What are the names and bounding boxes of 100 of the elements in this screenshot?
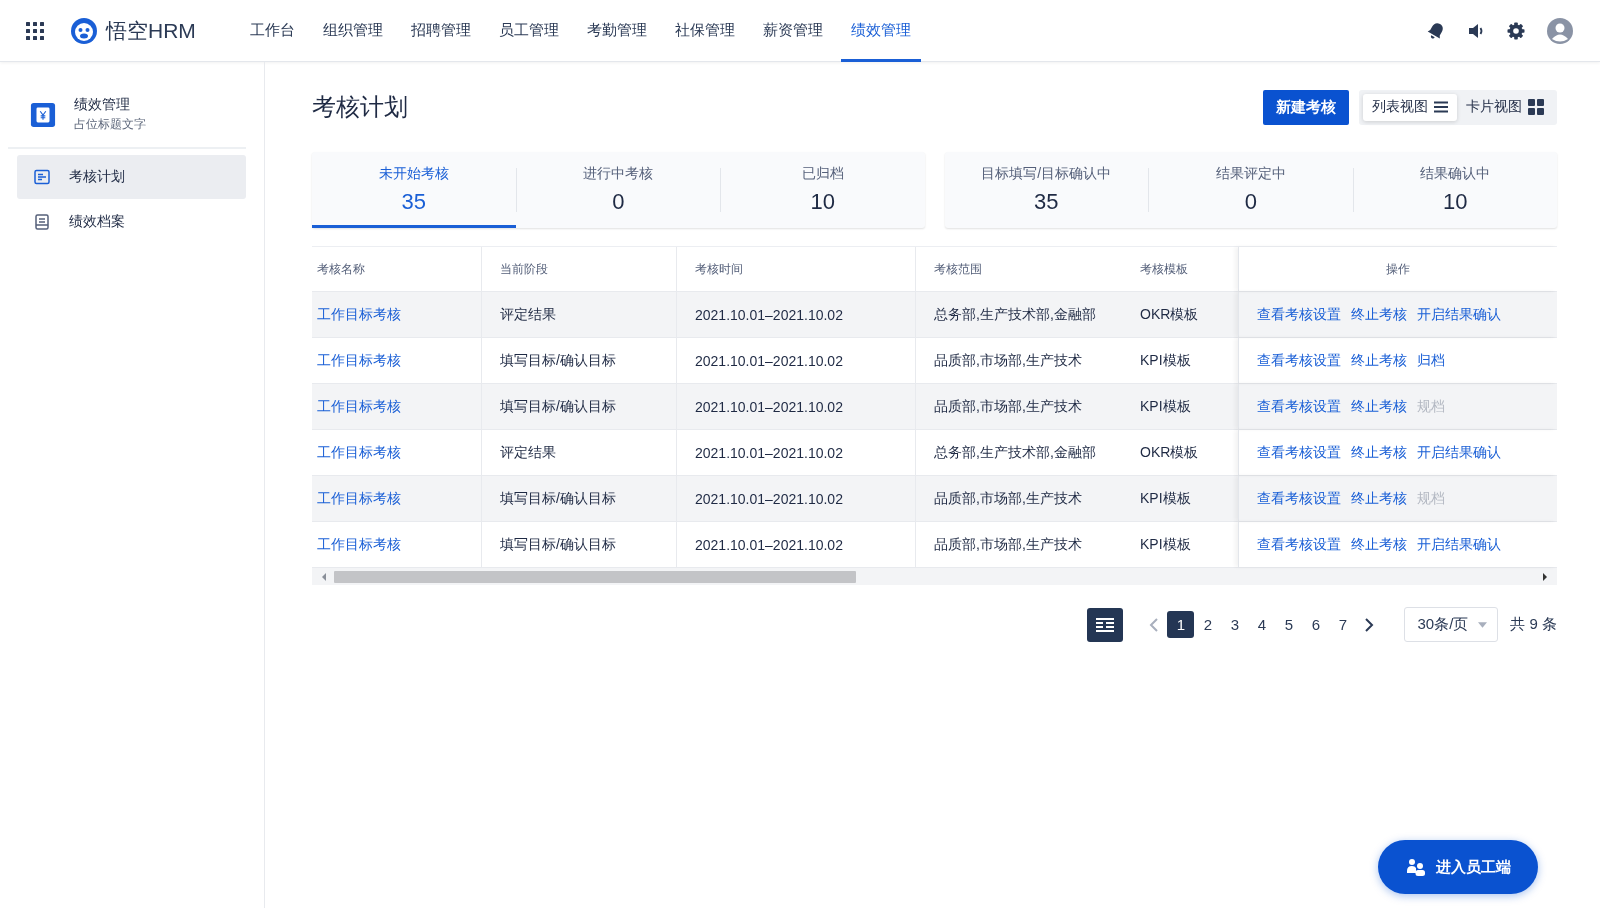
scroll-left-icon[interactable]: [320, 572, 328, 581]
table-cell-text: KPI模板: [1139, 488, 1192, 508]
action-link[interactable]: 终止考核: [1351, 489, 1407, 508]
review-name-link[interactable]: 工作目标考核: [317, 305, 401, 324]
tray-icon: [33, 213, 51, 231]
sidebar-item[interactable]: 考核计划: [17, 155, 246, 199]
layout-icon: [1095, 616, 1116, 633]
page-size-select[interactable]: 30条/页: [1404, 607, 1499, 642]
grid-icon: [1528, 99, 1544, 115]
action-link[interactable]: 开启结果确认: [1417, 535, 1501, 554]
page-number[interactable]: 1: [1167, 611, 1195, 638]
action-link[interactable]: 查看考核设置: [1257, 443, 1341, 462]
stat-label: 结果评定中: [1215, 165, 1286, 183]
status-tab[interactable]: 进行中考核 0: [516, 152, 720, 228]
horizontal-scrollbar[interactable]: [312, 568, 1557, 585]
wallet-icon: [30, 101, 56, 128]
column-header: 考核时间: [677, 247, 916, 291]
view-toggle[interactable]: 列表视图: [1363, 93, 1457, 121]
column-header: 当前阶段: [482, 247, 677, 291]
column-header: 操作: [1238, 247, 1557, 291]
action-link[interactable]: 查看考核设置: [1257, 351, 1341, 370]
table-cell: 评定结果: [482, 430, 677, 475]
page-number[interactable]: 4: [1248, 611, 1276, 638]
action-link[interactable]: 终止考核: [1351, 305, 1407, 324]
action-link[interactable]: 查看考核设置: [1257, 489, 1341, 508]
nav-tab[interactable]: 招聘管理: [400, 0, 481, 62]
action-link[interactable]: 终止考核: [1351, 351, 1407, 370]
action-link[interactable]: 终止考核: [1351, 535, 1407, 554]
employee-portal-button[interactable]: 进入员工端: [1378, 840, 1538, 894]
table-cell-text: KPI模板: [1139, 350, 1192, 370]
stat-count: 0: [1244, 189, 1257, 215]
caret-icon: [1478, 621, 1488, 628]
stat-count: 10: [1443, 189, 1468, 215]
stat-label: 结果确认中: [1420, 165, 1491, 183]
nav-tab[interactable]: 绩效管理: [840, 0, 921, 62]
table-cell: 填写目标/确认目标: [482, 522, 677, 567]
column-header: 考核范围: [933, 260, 983, 278]
apps-grid-icon[interactable]: [26, 21, 44, 40]
view-toggle[interactable]: 卡片视图: [1457, 93, 1553, 121]
action-link[interactable]: 开启结果确认: [1417, 443, 1501, 462]
chevron-right-icon[interactable]: [1364, 616, 1375, 633]
table-cell: 2021.10.01–2021.10.02: [677, 522, 916, 567]
table-cell: 评定结果: [482, 292, 677, 337]
review-name-link[interactable]: 工作目标考核: [317, 535, 401, 554]
table-cell: 2021.10.01–2021.10.02: [677, 430, 916, 475]
page-number[interactable]: 2: [1194, 611, 1222, 638]
table-cell-text: 品质部,市场部,生产技术: [933, 488, 1083, 508]
people-icon: [1405, 858, 1426, 876]
table-cell-text: KPI模板: [1139, 534, 1192, 554]
nav-tab[interactable]: 社保管理: [664, 0, 745, 62]
brand-name: 悟空HRM: [106, 17, 196, 44]
column-header: 考核名称: [312, 247, 482, 291]
action-link[interactable]: 查看考核设置: [1257, 535, 1341, 554]
review-name-link[interactable]: 工作目标考核: [317, 351, 401, 370]
table-cell-text: 品质部,市场部,生产技术: [933, 396, 1083, 416]
table-cell: 2021.10.01–2021.10.02: [677, 292, 916, 337]
total-count: 共 9 条: [1510, 615, 1557, 634]
action-link[interactable]: 查看考核设置: [1257, 397, 1341, 416]
review-name-link[interactable]: 工作目标考核: [317, 397, 401, 416]
action-link[interactable]: 终止考核: [1351, 397, 1407, 416]
column-header: 考核模板: [1139, 260, 1189, 278]
action-link[interactable]: 查看考核设置: [1257, 305, 1341, 324]
table-cell: 填写目标/确认目标: [482, 476, 677, 521]
user-avatar-icon[interactable]: [1546, 16, 1574, 45]
table-cell: 填写目标/确认目标: [482, 384, 677, 429]
nav-tab[interactable]: 员工管理: [488, 0, 569, 62]
page-title: 考核计划: [312, 92, 409, 122]
table-cell-text: 品质部,市场部,生产技术: [933, 350, 1083, 370]
table-cell-text: 总务部,生产技术部,金融部: [933, 304, 1097, 324]
settings-icon[interactable]: [1506, 20, 1526, 41]
list-icon: [1434, 101, 1448, 113]
action-link[interactable]: 终止考核: [1351, 443, 1407, 462]
layout-toggle-button[interactable]: [1087, 607, 1124, 642]
table-cell: 填写目标/确认目标: [482, 338, 677, 383]
table-cell: 2021.10.01–2021.10.02: [677, 338, 916, 383]
nav-tab[interactable]: 薪资管理: [752, 0, 833, 62]
scroll-right-icon[interactable]: [1541, 572, 1549, 581]
table-cell: 2021.10.01–2021.10.02: [677, 384, 916, 429]
page-number[interactable]: 6: [1302, 611, 1330, 638]
page-number[interactable]: 3: [1221, 611, 1249, 638]
page-number[interactable]: 5: [1275, 611, 1303, 638]
table-cell-text: 品质部,市场部,生产技术: [933, 534, 1083, 554]
nav-tab[interactable]: 组织管理: [312, 0, 393, 62]
review-name-link[interactable]: 工作目标考核: [317, 443, 401, 462]
stat-label: 目标填写/目标确认中: [981, 165, 1112, 183]
action-link[interactable]: 开启结果确认: [1417, 305, 1501, 324]
nav-tab[interactable]: 考勤管理: [576, 0, 657, 62]
nav-tab[interactable]: 工作台: [239, 0, 305, 62]
new-review-button[interactable]: 新建考核: [1263, 89, 1349, 125]
page-number[interactable]: 7: [1329, 611, 1357, 638]
monkey-logo-icon: [70, 16, 98, 45]
table-cell-text: OKR模板: [1139, 442, 1200, 462]
document-icon: [33, 168, 51, 186]
table-cell-text: 总务部,生产技术部,金融部: [933, 442, 1097, 462]
bell-icon[interactable]: [1426, 20, 1446, 41]
action-link[interactable]: 归档: [1417, 351, 1445, 370]
status-tab[interactable]: 未开始考核 35: [312, 152, 516, 228]
status-tab[interactable]: 已归档 10: [721, 152, 925, 228]
review-name-link[interactable]: 工作目标考核: [317, 489, 401, 508]
sidebar-item[interactable]: 绩效档案: [17, 200, 246, 244]
